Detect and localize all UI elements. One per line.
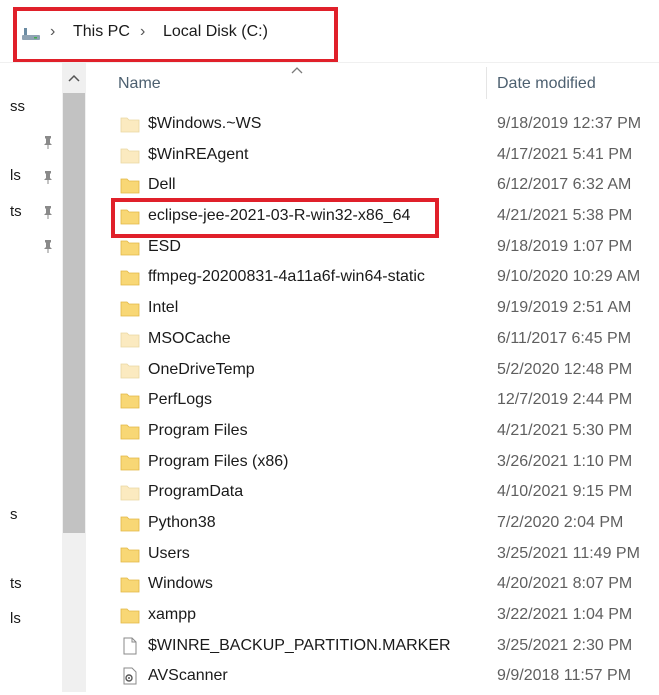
file-name[interactable]: Python38 bbox=[148, 514, 216, 532]
file-date-modified: 9/18/2019 1:07 PM bbox=[497, 237, 633, 255]
file-name[interactable]: Intel bbox=[148, 299, 178, 317]
file-row[interactable]: Windows 4/20/2021 8:07 PM bbox=[86, 572, 659, 603]
file-name[interactable]: $WINRE_BACKUP_PARTITION.MARKER bbox=[148, 637, 451, 655]
column-name-header[interactable]: Name bbox=[118, 75, 161, 93]
settings-file-icon bbox=[120, 667, 140, 685]
nav-item-fragment[interactable]: ls bbox=[10, 167, 21, 184]
column-divider[interactable] bbox=[486, 67, 487, 99]
pin-icon bbox=[44, 136, 52, 149]
file-row[interactable]: ProgramData 4/10/2021 9:15 PM bbox=[86, 480, 659, 511]
file-date-modified: 12/7/2019 2:44 PM bbox=[497, 391, 633, 409]
file-date-modified: 3/25/2021 11:49 PM bbox=[497, 544, 640, 562]
file-date-modified: 6/12/2017 6:32 AM bbox=[497, 176, 632, 194]
file-date-modified: 3/22/2021 1:04 PM bbox=[497, 606, 633, 623]
folder-icon bbox=[120, 453, 140, 471]
file-name[interactable]: Windows bbox=[148, 575, 213, 593]
file-row[interactable]: Users 3/25/2021 11:49 PM bbox=[86, 542, 659, 573]
file-row[interactable]: $WINRE_BACKUP_PARTITION.MARKER 3/25/2021 … bbox=[86, 634, 659, 665]
folder-icon bbox=[120, 238, 140, 256]
folder-icon bbox=[120, 146, 140, 164]
pin-icon bbox=[44, 206, 52, 219]
folder-icon bbox=[120, 176, 140, 194]
file-row[interactable]: ffmpeg-20200831-4a11a6f-win64-static 9/10… bbox=[86, 265, 659, 296]
file-row[interactable]: PerfLogs 12/7/2019 2:44 PM bbox=[86, 388, 659, 419]
file-row[interactable]: ESD 9/18/2019 1:07 PM bbox=[86, 235, 659, 266]
scrollbar-thumb[interactable] bbox=[63, 93, 85, 533]
nav-item-fragment[interactable]: s bbox=[10, 506, 18, 523]
file-date-modified: 6/11/2017 6:45 PM bbox=[497, 329, 632, 347]
file-name[interactable]: $WinREAgent bbox=[148, 146, 249, 164]
file-date-modified: 9/10/2020 10:29 AM bbox=[497, 268, 641, 286]
file-name[interactable]: PerfLogs bbox=[148, 391, 212, 409]
file-name[interactable]: AVScanner bbox=[148, 667, 228, 685]
file-date-modified: 9/18/2019 12:37 PM bbox=[497, 115, 642, 132]
file-date-modified: 9/9/2018 11:57 PM bbox=[497, 667, 632, 685]
folder-icon bbox=[120, 514, 140, 532]
column-date-header[interactable]: Date modified bbox=[497, 75, 596, 93]
file-name[interactable]: ffmpeg-20200831-4a11a6f-win64-static bbox=[148, 268, 425, 286]
folder-icon bbox=[120, 361, 140, 379]
folder-icon bbox=[120, 483, 140, 501]
file-name[interactable]: Dell bbox=[148, 176, 176, 194]
folder-icon bbox=[120, 575, 140, 593]
folder-icon bbox=[120, 391, 140, 409]
file-name[interactable]: $Windows.~WS bbox=[148, 115, 261, 133]
chevron-up-icon[interactable] bbox=[67, 73, 81, 83]
nav-item-fragment[interactable]: ts bbox=[10, 203, 22, 220]
folder-icon bbox=[120, 545, 140, 563]
file-name[interactable]: ProgramData bbox=[148, 483, 243, 501]
folder-icon bbox=[120, 422, 140, 440]
file-row[interactable]: $WinREAgent 4/17/2021 5:41 PM bbox=[86, 143, 659, 174]
file-icon bbox=[120, 637, 140, 655]
file-date-modified: 4/17/2021 5:41 PM bbox=[497, 145, 633, 163]
pin-icon bbox=[44, 171, 52, 184]
file-name[interactable]: Program Files bbox=[148, 422, 248, 440]
folder-icon bbox=[120, 606, 140, 624]
file-date-modified: 4/20/2021 8:07 PM bbox=[497, 575, 633, 593]
folder-icon bbox=[120, 115, 140, 133]
nav-item-fragment[interactable]: ls bbox=[10, 610, 21, 627]
file-row[interactable]: MSOCache 6/11/2017 6:45 PM bbox=[86, 327, 659, 358]
file-date-modified: 4/10/2021 9:15 PM bbox=[497, 483, 633, 501]
file-name[interactable]: xampp bbox=[148, 606, 196, 624]
file-row[interactable]: xampp 3/22/2021 1:04 PM bbox=[86, 603, 659, 634]
file-date-modified: 3/25/2021 2:30 PM bbox=[497, 636, 633, 654]
file-name[interactable]: Program Files (x86) bbox=[148, 453, 288, 471]
nav-item-fragment[interactable]: ss bbox=[10, 98, 25, 115]
folder-icon bbox=[120, 268, 140, 286]
folder-icon bbox=[120, 299, 140, 317]
file-row[interactable]: $Windows.~WS 9/18/2019 12:37 PM bbox=[86, 112, 659, 143]
file-name[interactable]: ESD bbox=[148, 238, 181, 256]
sort-ascending-icon bbox=[291, 67, 303, 74]
file-row[interactable]: Program Files (x86) 3/26/2021 1:10 PM bbox=[86, 450, 659, 481]
file-name[interactable]: OneDriveTemp bbox=[148, 361, 255, 379]
vertical-scrollbar[interactable] bbox=[62, 63, 86, 692]
file-row[interactable]: Program Files 4/21/2021 5:30 PM bbox=[86, 419, 659, 450]
pin-icon bbox=[44, 240, 52, 253]
file-date-modified: 5/2/2020 12:48 PM bbox=[497, 360, 633, 378]
nav-item-fragment[interactable]: ts bbox=[10, 575, 22, 592]
column-header: Name Date modified bbox=[86, 63, 659, 103]
file-row[interactable]: Python38 7/2/2020 2:04 PM bbox=[86, 511, 659, 542]
file-date-modified: 9/19/2019 2:51 AM bbox=[497, 299, 632, 317]
file-date-modified: 7/2/2020 2:04 PM bbox=[497, 513, 624, 531]
file-date-modified: 3/26/2021 1:10 PM bbox=[497, 452, 633, 470]
folder-icon bbox=[120, 330, 140, 348]
file-row[interactable]: AVScanner 9/9/2018 11:57 PM bbox=[86, 664, 659, 695]
annotation-highlight-breadcrumb bbox=[13, 7, 338, 63]
file-row[interactable]: Intel 9/19/2019 2:51 AM bbox=[86, 296, 659, 327]
file-date-modified: 4/21/2021 5:38 PM bbox=[497, 207, 633, 225]
annotation-highlight-eclipse bbox=[111, 198, 439, 238]
file-date-modified: 4/21/2021 5:30 PM bbox=[497, 421, 633, 439]
file-row[interactable]: OneDriveTemp 5/2/2020 12:48 PM bbox=[86, 358, 659, 389]
file-name[interactable]: MSOCache bbox=[148, 330, 231, 348]
file-name[interactable]: Users bbox=[148, 545, 190, 563]
navigation-pane[interactable]: ss ls ts s ts ls bbox=[0, 63, 62, 692]
